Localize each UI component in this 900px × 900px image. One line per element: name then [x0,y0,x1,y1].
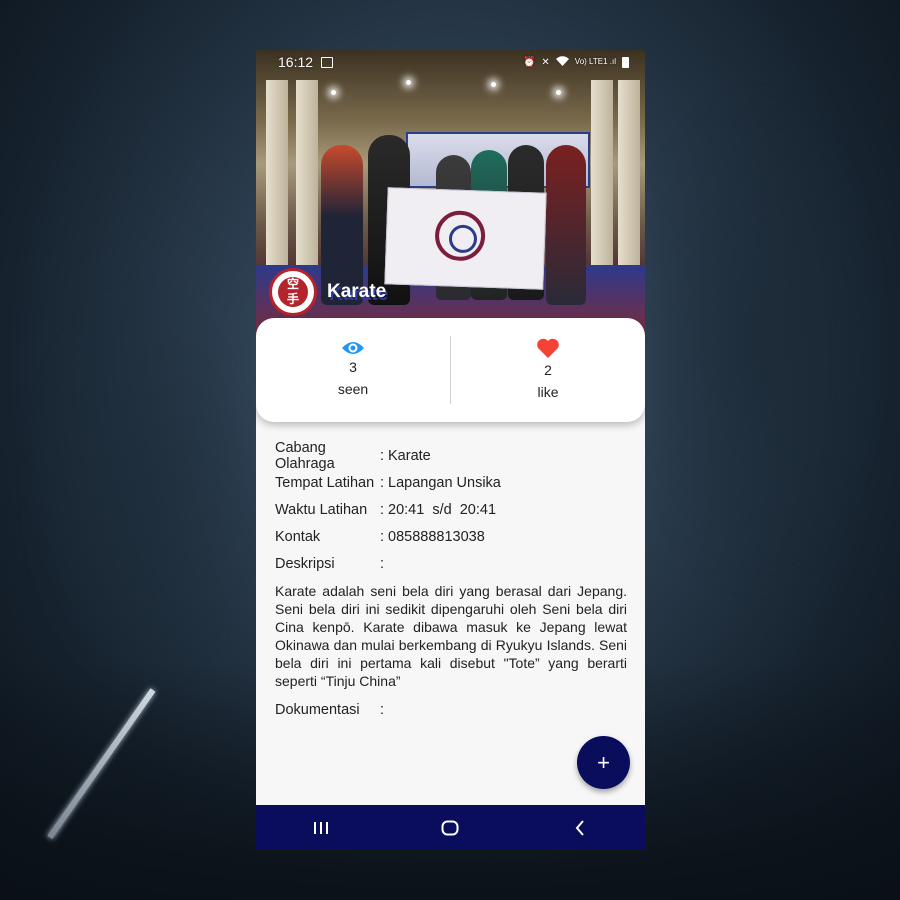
like-stat[interactable]: 2 like [451,318,645,422]
phone-screen: 16:12 ⏰ ✕ Vo) LTE1 .ıl 空手 Karate 3 seen … [256,50,645,850]
detail-row: Cabang Olahraga : Karate [275,439,627,472]
flag-emblem [434,209,486,262]
background-creature-left [20,280,260,700]
detail-row: Deskripsi : [275,551,627,578]
back-button[interactable] [550,805,610,850]
system-nav-bar [256,805,645,850]
eye-icon [341,340,365,356]
detail-separator: : [380,447,385,464]
like-label: like [537,384,559,400]
status-time: 16:12 [278,54,314,70]
ceiling-light [491,82,496,87]
detail-label: Deskripsi [275,556,335,573]
stats-card: 3 seen 2 like [256,318,645,422]
curtain [618,80,640,270]
club-header: 空手 Karate [269,268,386,316]
documentation-label: Dokumentasi [275,701,360,718]
detail-separator: : [380,529,385,546]
detail-separator: : [380,501,385,518]
detail-label: Tempat Latihan [275,474,375,491]
seen-stat: 3 seen [256,318,450,422]
background-creature-right [620,80,890,600]
detail-value: Lapangan Unsika [388,474,501,491]
detail-label: Kontak [275,529,321,546]
seen-label: seen [337,381,369,397]
curtain [266,80,288,270]
detail-row: Kontak : 085888813038 [275,524,627,551]
curtain [296,80,318,270]
detail-label: Waktu Latihan [275,501,368,518]
ceiling-light [406,80,411,85]
documentation-separator: : [380,701,385,718]
club-logo: 空手 [269,268,317,316]
recent-apps-button[interactable] [291,805,351,850]
recent-apps-icon [313,821,328,834]
gallery-notification-icon [321,56,334,68]
detail-separator: : [380,474,385,491]
network-indicator: Vo) LTE1 .ıl [574,57,616,66]
back-icon [575,819,584,836]
detail-row: Waktu Latihan : 20:41 s/d 20:41 [275,496,627,523]
contact-value[interactable]: 085888813038 [388,529,485,545]
detail-separator: : [380,556,385,573]
wifi-icon [555,55,569,69]
home-icon [441,820,459,835]
unsika-flag [384,187,547,290]
person [546,145,586,305]
detail-value: Karate [388,447,431,464]
documentation-row: Dokumentasi : [275,696,627,723]
plus-icon: + [597,749,610,775]
detail-row: Tempat Latihan : Lapangan Unsika [275,469,627,496]
alarm-icon: ⏰ [522,56,536,68]
detail-value: 20:41 s/d 20:41 [388,501,497,518]
heart-icon[interactable] [536,337,560,359]
status-bar: 16:12 ⏰ ✕ Vo) LTE1 .ıl [256,50,645,74]
ceiling-light [331,90,336,95]
ceiling-light [556,90,561,95]
home-button[interactable] [420,805,480,850]
battery-icon [622,56,629,68]
detail-content: Cabang Olahraga : Karate Tempat Latihan … [275,439,627,723]
mute-icon: ✕ [541,56,550,68]
curtain [591,80,613,270]
page-title: Karate [327,281,387,302]
description-text: Karate adalah seni bela diri yang berasa… [275,582,627,689]
seen-count: 3 [349,359,357,375]
like-count: 2 [544,362,552,378]
detail-label: Cabang Olahraga [275,439,335,472]
add-button[interactable]: + [577,736,630,789]
karate-emblem-icon: 空手 [278,277,308,307]
